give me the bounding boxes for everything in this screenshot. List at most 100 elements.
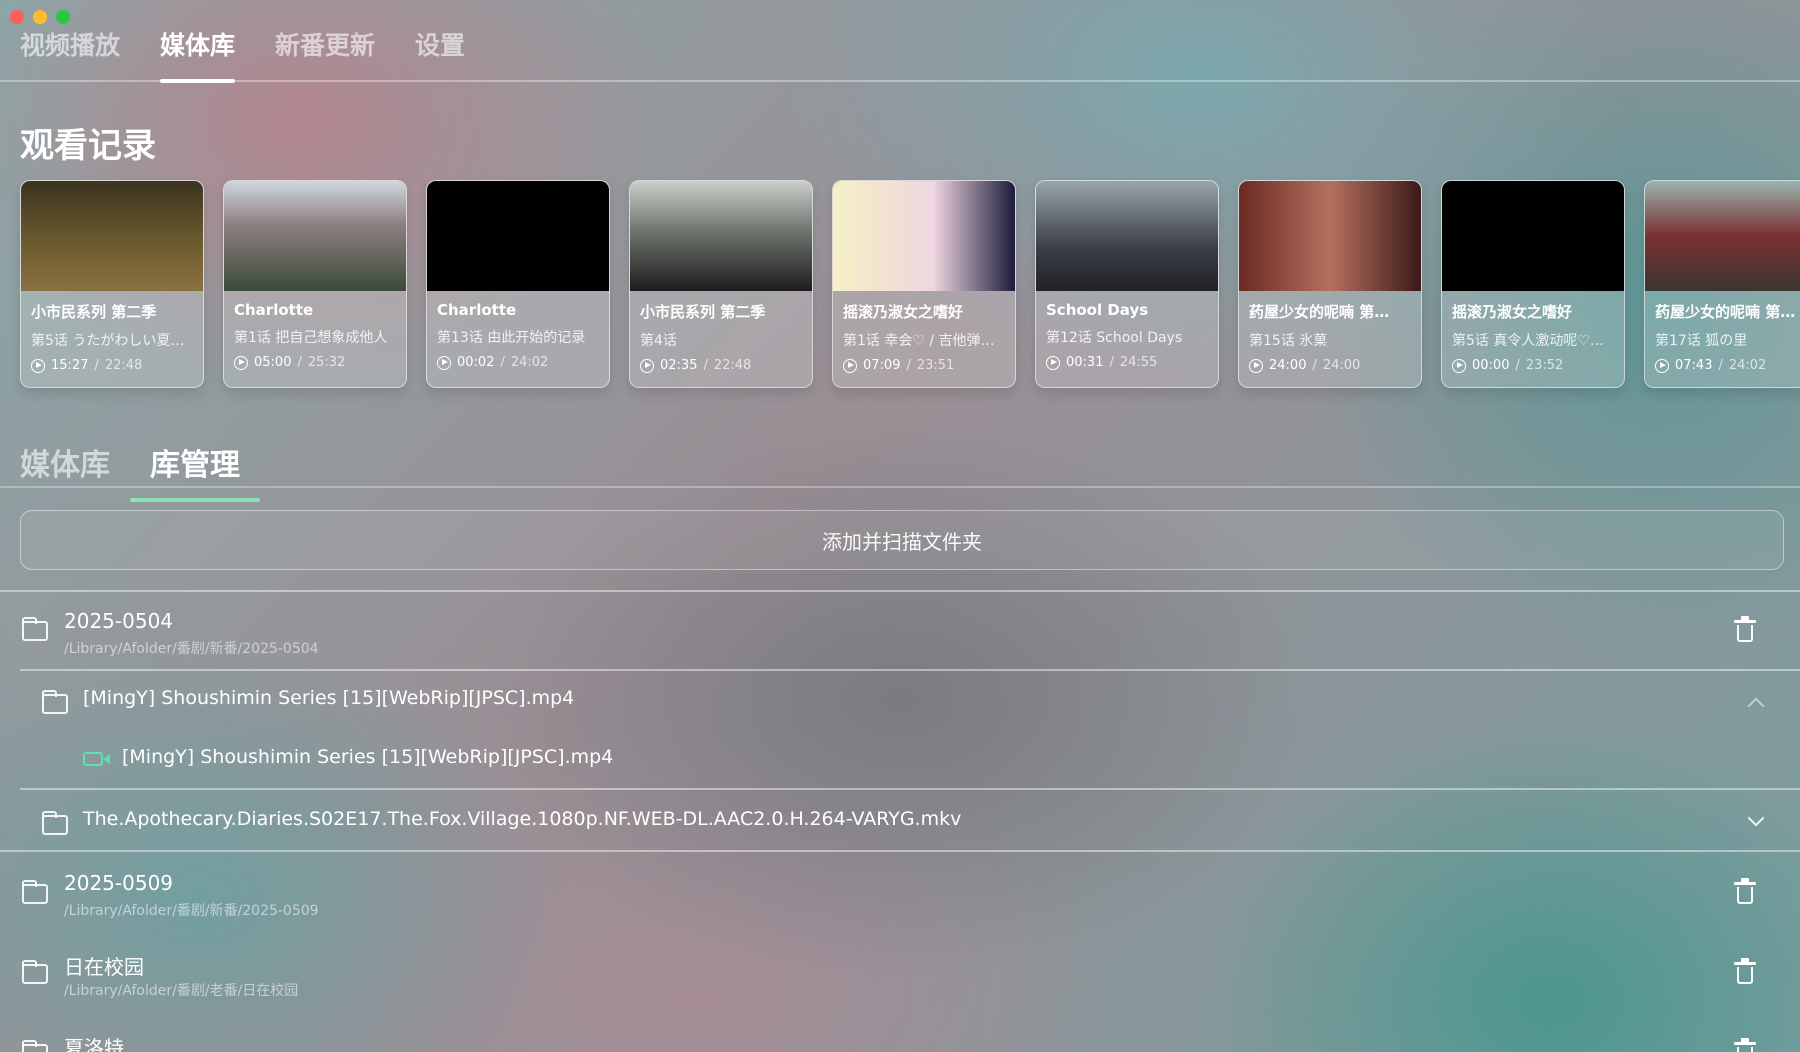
video-thumbnail bbox=[1036, 181, 1218, 291]
card-progress: 07:09 / 23:51 bbox=[843, 358, 1005, 373]
play-icon bbox=[843, 358, 857, 373]
tab-library[interactable]: 媒体库 bbox=[20, 440, 110, 498]
library-path: /Library/Afolder/番剧/老番/日在校园 bbox=[64, 983, 299, 999]
card-title: Charlotte bbox=[437, 301, 517, 319]
history-card[interactable]: Charlotte 第13话 由此开始的记录 00:02 / 24:02 bbox=[426, 180, 610, 388]
current-time: 00:00 bbox=[1472, 358, 1510, 373]
play-icon bbox=[1655, 358, 1669, 373]
card-episode: 第5话 真令人激动呢♡… bbox=[1452, 333, 1604, 349]
minimize-window-button[interactable] bbox=[33, 10, 47, 24]
card-progress: 02:35 / 22:48 bbox=[640, 358, 802, 373]
current-time: 24:00 bbox=[1269, 358, 1307, 373]
total-time: 22:48 bbox=[713, 358, 752, 373]
subfolder-name: The.Apothecary.Diaries.S02E17.The.Fox.Vi… bbox=[83, 808, 962, 830]
card-progress: 00:00 / 23:52 bbox=[1452, 358, 1614, 373]
folder-icon bbox=[22, 960, 48, 984]
library-path: /Library/Afolder/番剧/新番/2025-0509 bbox=[64, 903, 319, 919]
library-sub-tabs: 媒体库 库管理 bbox=[20, 440, 260, 502]
tab-library-management[interactable]: 库管理 bbox=[130, 440, 260, 502]
main-tabs: 视频播放 媒体库 新番更新 设置 bbox=[20, 26, 465, 83]
video-thumbnail bbox=[21, 181, 203, 291]
total-time: 23:51 bbox=[916, 358, 955, 373]
card-progress: 00:31 / 24:55 bbox=[1046, 355, 1208, 370]
history-card[interactable]: 药屋少女的呢喃 第… 第17话 狐の里 07:43 / 24:02 bbox=[1644, 180, 1800, 388]
card-progress: 07:43 / 24:02 bbox=[1655, 358, 1800, 373]
history-card[interactable]: School Days 第12话 School Days 00:31 / 24:55 bbox=[1035, 180, 1219, 388]
library-name: 日在校园 bbox=[64, 955, 144, 979]
folder-icon bbox=[22, 880, 48, 904]
history-card[interactable]: Charlotte 第1话 把自己想象成他人 05:00 / 25:32 bbox=[223, 180, 407, 388]
folder-icon bbox=[22, 1040, 48, 1052]
video-thumbnail bbox=[1442, 181, 1624, 291]
card-title: Charlotte bbox=[234, 301, 314, 319]
tabs-divider bbox=[0, 80, 1800, 82]
history-card[interactable]: 小市民系列 第二季 第5话 うたがわしい夏… 15:27 / 22:48 bbox=[20, 180, 204, 388]
total-time: 24:02 bbox=[1728, 358, 1767, 373]
card-title: 小市民系列 第二季 bbox=[640, 303, 766, 321]
time-separator: / bbox=[94, 358, 99, 373]
zoom-window-button[interactable] bbox=[56, 10, 70, 24]
video-file-icon bbox=[83, 752, 110, 766]
chevron-down-icon[interactable] bbox=[1747, 809, 1765, 827]
current-time: 15:27 bbox=[51, 358, 89, 373]
add-scan-folder-button[interactable]: 添加并扫描文件夹 bbox=[20, 510, 1784, 570]
history-card[interactable]: 小市民系列 第二季 第4话 02:35 / 22:48 bbox=[629, 180, 813, 388]
history-card[interactable]: 摇滚乃淑女之嗜好 第5话 真令人激动呢♡… 00:00 / 23:52 bbox=[1441, 180, 1625, 388]
tab-media-library[interactable]: 媒体库 bbox=[160, 26, 236, 83]
delete-library-icon[interactable] bbox=[1734, 958, 1756, 984]
sub-tabs-divider bbox=[0, 486, 1800, 488]
close-window-button[interactable] bbox=[10, 10, 24, 24]
card-progress: 15:27 / 22:48 bbox=[31, 358, 193, 373]
tab-settings[interactable]: 设置 bbox=[415, 26, 465, 82]
divider bbox=[0, 850, 1800, 852]
time-separator: / bbox=[1312, 358, 1317, 373]
history-card[interactable]: 药屋少女的呢喃 第… 第15话 氷菓 24:00 / 24:00 bbox=[1238, 180, 1422, 388]
current-time: 00:02 bbox=[457, 355, 495, 370]
play-icon bbox=[437, 355, 451, 370]
library-name: 夏洛特 bbox=[64, 1036, 124, 1052]
card-episode: 第1话 幸会♡ / 吉他弹… bbox=[843, 333, 995, 349]
time-separator: / bbox=[500, 355, 505, 370]
card-episode: 第13话 由此开始的记录 bbox=[437, 330, 586, 346]
video-thumbnail bbox=[427, 181, 609, 291]
folder-icon bbox=[42, 811, 68, 835]
time-separator: / bbox=[1718, 358, 1723, 373]
subfolder-name: [MingY] Shoushimin Series [15][WebRip][J… bbox=[83, 687, 575, 709]
video-thumbnail bbox=[1239, 181, 1421, 291]
delete-library-icon[interactable] bbox=[1734, 1038, 1756, 1052]
history-card[interactable]: 摇滚乃淑女之嗜好第1话 幸会♡ / 吉他弹… 07:09 / 23:51 bbox=[832, 180, 1016, 388]
total-time: 23:52 bbox=[1525, 358, 1564, 373]
folder-icon bbox=[42, 690, 68, 714]
tab-video-player[interactable]: 视频播放 bbox=[20, 26, 120, 82]
library-name: 2025-0509 bbox=[64, 871, 174, 895]
delete-library-icon[interactable] bbox=[1734, 616, 1756, 642]
card-episode: 第1话 把自己想象成他人 bbox=[234, 330, 388, 346]
current-time: 07:43 bbox=[1675, 358, 1713, 373]
folder-icon bbox=[22, 617, 48, 641]
tab-new-anime[interactable]: 新番更新 bbox=[275, 26, 375, 82]
library-path: /Library/Afolder/番剧/新番/2025-0504 bbox=[64, 641, 319, 657]
card-title: 药屋少女的呢喃 第… bbox=[1655, 303, 1796, 321]
play-icon bbox=[1452, 358, 1466, 373]
play-icon bbox=[640, 358, 654, 373]
history-title: 观看记录 bbox=[20, 126, 156, 166]
time-separator: / bbox=[1109, 355, 1114, 370]
card-title: 摇滚乃淑女之嗜好 bbox=[843, 303, 964, 321]
chevron-up-icon[interactable] bbox=[1747, 697, 1765, 715]
time-separator: / bbox=[703, 358, 708, 373]
total-time: 22:48 bbox=[104, 358, 143, 373]
divider bbox=[20, 669, 1800, 671]
card-title: School Days bbox=[1046, 301, 1149, 319]
card-title: 药屋少女的呢喃 第… bbox=[1249, 303, 1390, 321]
card-progress: 05:00 / 25:32 bbox=[234, 355, 396, 370]
divider bbox=[20, 788, 1800, 790]
card-progress: 00:02 / 24:02 bbox=[437, 355, 599, 370]
play-icon bbox=[1249, 358, 1263, 373]
total-time: 24:00 bbox=[1322, 358, 1361, 373]
card-episode: 第12话 School Days bbox=[1046, 330, 1183, 346]
total-time: 24:55 bbox=[1119, 355, 1158, 370]
video-thumbnail bbox=[630, 181, 812, 291]
card-episode: 第4话 bbox=[640, 333, 677, 349]
delete-library-icon[interactable] bbox=[1734, 878, 1756, 904]
current-time: 02:35 bbox=[660, 358, 698, 373]
